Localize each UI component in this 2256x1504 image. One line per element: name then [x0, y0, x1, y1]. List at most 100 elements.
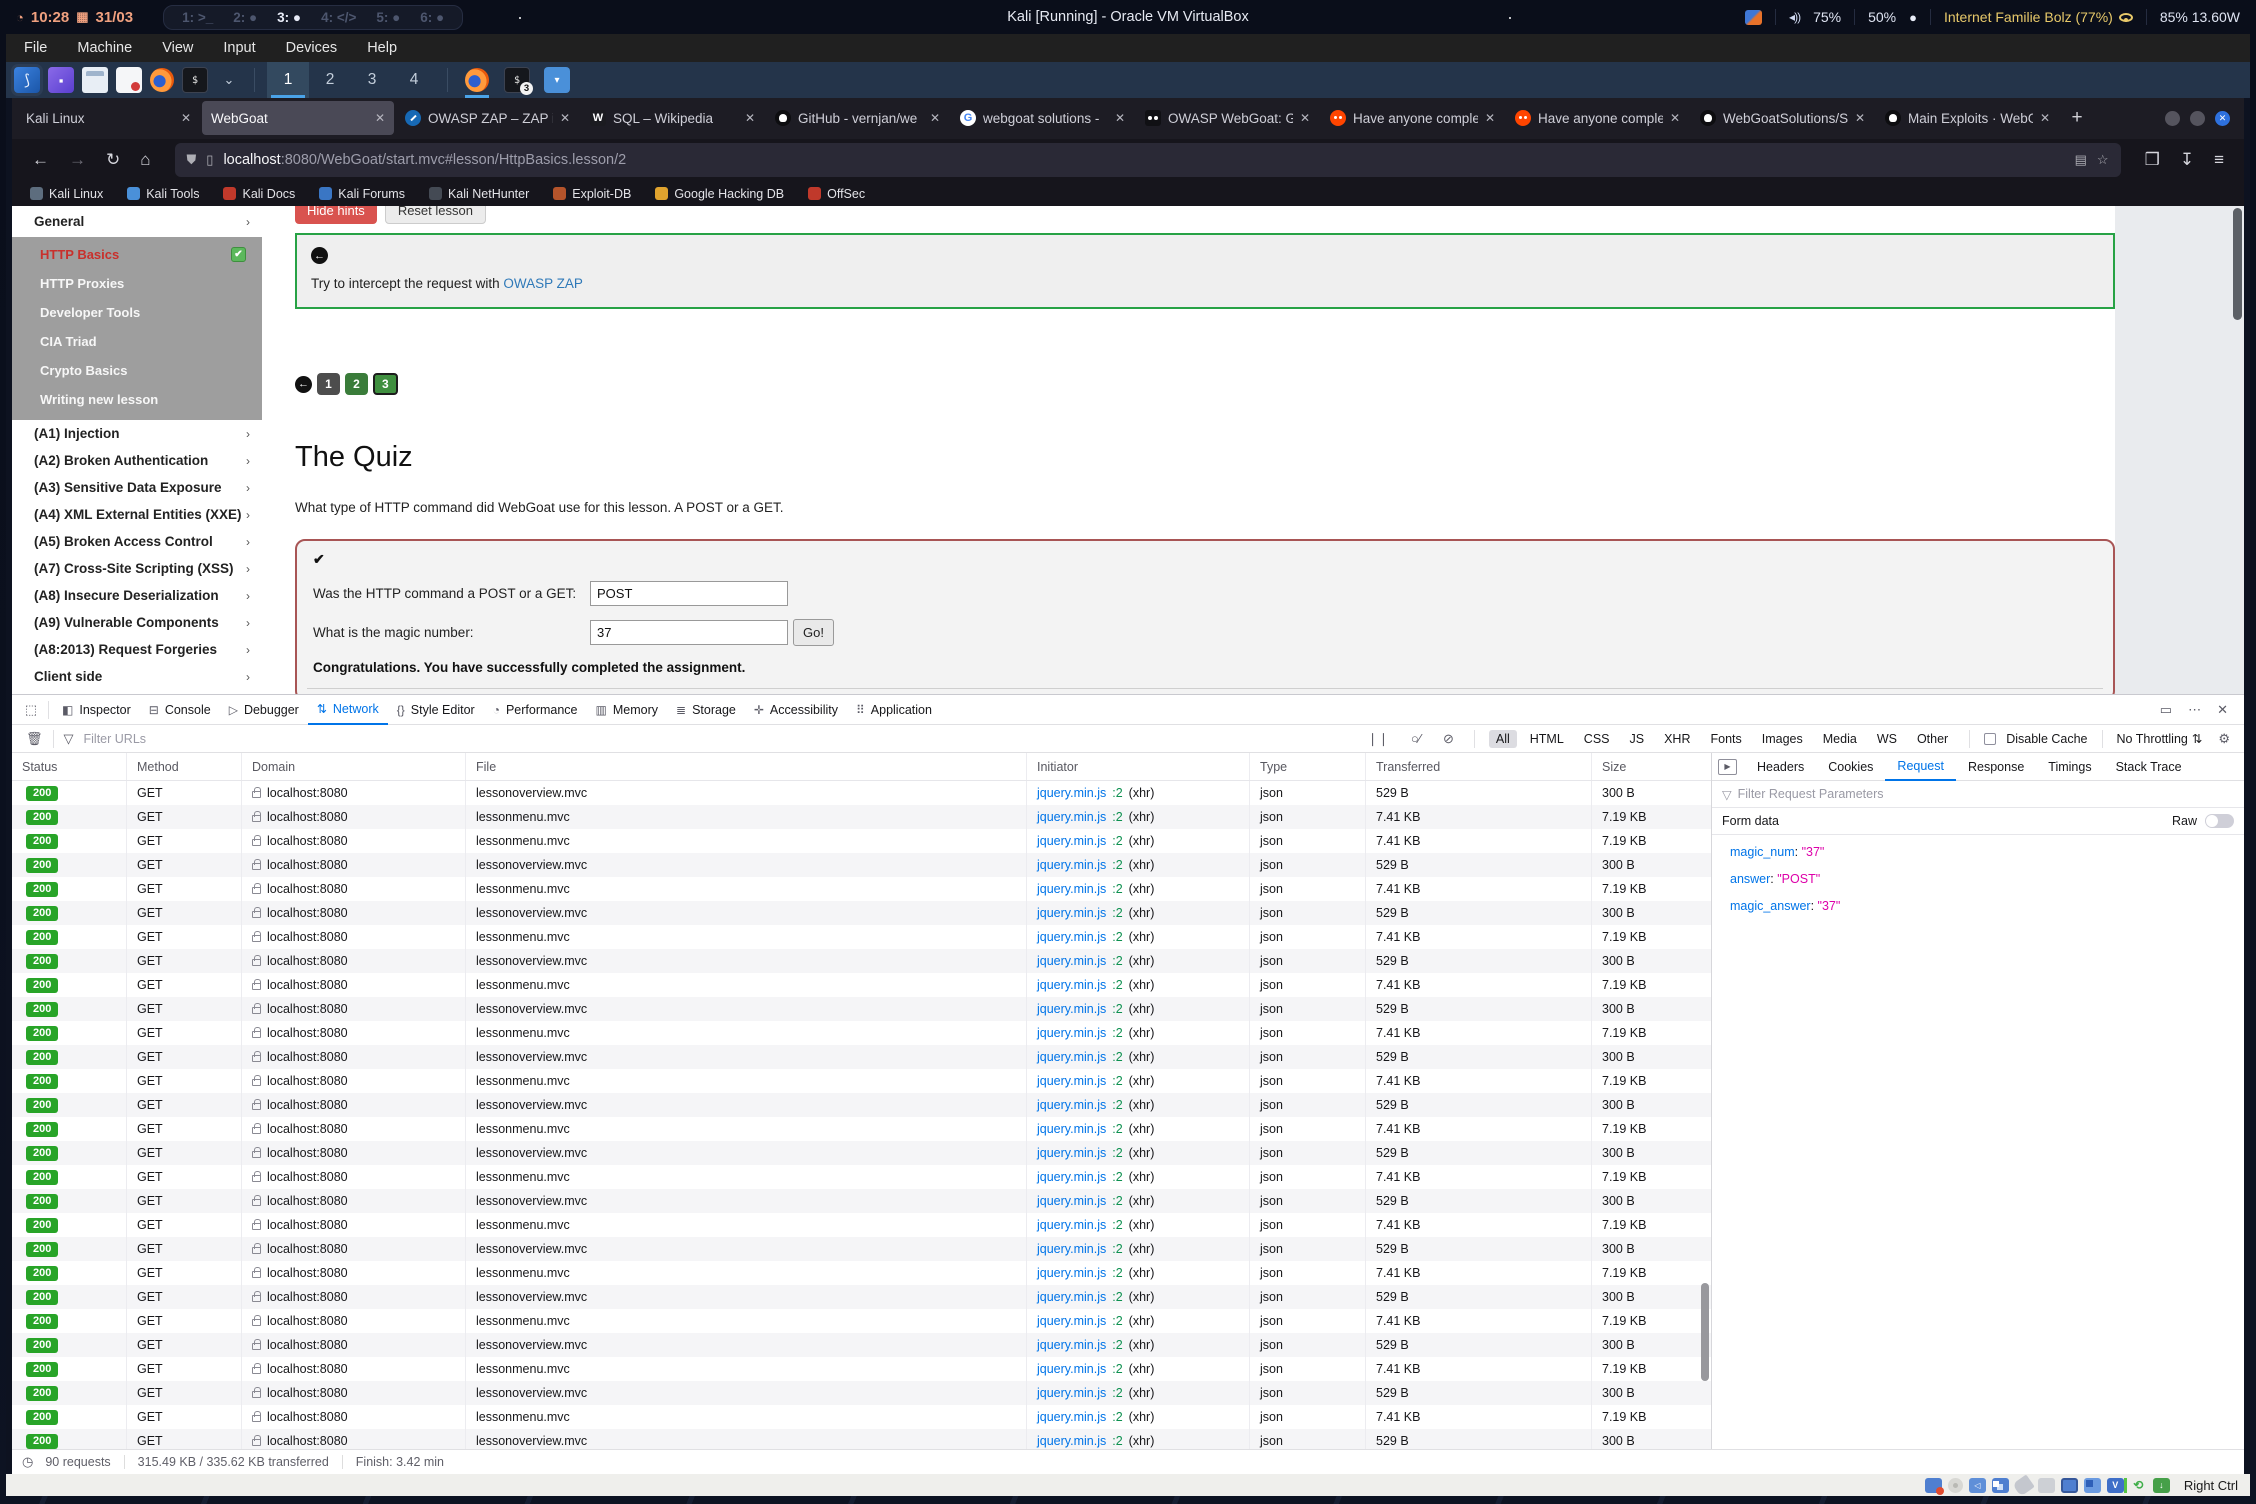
- initiator-link[interactable]: jquery.min.js: [1037, 1194, 1106, 1208]
- taskbar-workspace-4[interactable]: 4: [393, 62, 435, 98]
- browser-tab[interactable]: WebGoat✕: [202, 101, 394, 135]
- wifi-status[interactable]: Internet Familie Bolz (77%): [1944, 9, 2133, 25]
- devtools-tab-accessibility[interactable]: ✛Accessibility: [745, 695, 847, 725]
- network-settings-gear-icon[interactable]: ⚙: [2212, 731, 2236, 747]
- taskbar-app-firefox[interactable]: [460, 62, 494, 98]
- sidebar-section-general[interactable]: General ›: [12, 206, 262, 237]
- app-grid-icon[interactable]: [48, 67, 74, 93]
- network-request-row[interactable]: 200GETlocalhost:8080lessonoverview.mvcjq…: [12, 853, 1711, 877]
- network-request-row[interactable]: 200GETlocalhost:8080lessonoverview.mvcjq…: [12, 1237, 1711, 1261]
- detail-tab-request[interactable]: Request: [1885, 753, 1956, 781]
- type-filter-js[interactable]: JS: [1623, 730, 1652, 748]
- network-request-row[interactable]: 200GETlocalhost:8080lessonoverview.mvcjq…: [12, 1333, 1711, 1357]
- taskbar-workspace-1[interactable]: 1: [267, 62, 309, 98]
- display-icon[interactable]: [2061, 1478, 2078, 1493]
- bookmark-star-icon[interactable]: ☆: [2097, 152, 2109, 168]
- bookmark-item[interactable]: Kali Forums: [319, 187, 405, 201]
- host-workspace-switcher[interactable]: 1: >_2: ●3: ●4: </>5: ●6: ●: [163, 5, 463, 30]
- network-request-row[interactable]: 200GETlocalhost:8080lessonmenu.mvcjquery…: [12, 1309, 1711, 1333]
- detail-tab-headers[interactable]: Headers: [1745, 753, 1816, 781]
- filter-urls-input[interactable]: Filter URLs: [84, 732, 147, 746]
- type-filter-ws[interactable]: WS: [1870, 730, 1904, 748]
- devtools-close-icon[interactable]: ✕: [2217, 702, 2228, 718]
- network-request-row[interactable]: 200GETlocalhost:8080lessonoverview.mvcjq…: [12, 901, 1711, 925]
- network-request-row[interactable]: 200GETlocalhost:8080lessonoverview.mvcjq…: [12, 949, 1711, 973]
- reset-lesson-button[interactable]: Reset lesson: [385, 206, 486, 224]
- workspace-indicator[interactable]: 3: ●: [277, 10, 301, 25]
- sidebar-item-http-proxies[interactable]: HTTP Proxies: [12, 269, 262, 298]
- column-header-initiator[interactable]: Initiator: [1027, 753, 1250, 780]
- initiator-link[interactable]: jquery.min.js: [1037, 906, 1106, 920]
- network-request-row[interactable]: 200GETlocalhost:8080lessonmenu.mvcjquery…: [12, 1405, 1711, 1429]
- initiator-link[interactable]: jquery.min.js: [1037, 1314, 1106, 1328]
- browser-tab[interactable]: WebGoatSolutions/S✕: [1691, 101, 1874, 135]
- browser-tab[interactable]: Gwebgoat solutions -✕: [951, 101, 1134, 135]
- browser-tab[interactable]: GitHub - vernjan/we✕: [766, 101, 949, 135]
- column-header-method[interactable]: Method: [127, 753, 242, 780]
- pagination-prev-button[interactable]: ←: [295, 376, 312, 393]
- type-filter-css[interactable]: CSS: [1577, 730, 1617, 748]
- virtualbox-icon[interactable]: [2107, 1478, 2124, 1493]
- initiator-link[interactable]: jquery.min.js: [1037, 1218, 1106, 1232]
- detail-filter[interactable]: ▽ Filter Request Parameters: [1712, 781, 2244, 808]
- initiator-link[interactable]: jquery.min.js: [1037, 1290, 1106, 1304]
- responsive-design-icon[interactable]: ▭: [2160, 702, 2172, 718]
- form-data-param[interactable]: magic_answer: "37": [1730, 899, 2244, 913]
- devtools-tab-memory[interactable]: ▥Memory: [587, 695, 668, 725]
- extensions-icon[interactable]: ❒: [2135, 150, 2170, 170]
- tab-close-icon[interactable]: ✕: [1485, 111, 1495, 125]
- tab-close-icon[interactable]: ✕: [1300, 111, 1310, 125]
- browser-tab[interactable]: Kali Linux✕: [17, 101, 200, 135]
- tab-close-icon[interactable]: ✕: [375, 111, 385, 125]
- initiator-link[interactable]: jquery.min.js: [1037, 1074, 1106, 1088]
- tab-close-icon[interactable]: ✕: [930, 111, 940, 125]
- devtools-tab-performance[interactable]: ◔Performance: [484, 695, 587, 725]
- workspace-indicator[interactable]: 4: </>: [321, 10, 356, 25]
- initiator-link[interactable]: jquery.min.js: [1037, 1050, 1106, 1064]
- shared-folder-icon[interactable]: [2038, 1478, 2055, 1493]
- sidebar-item-developer-tools[interactable]: Developer Tools: [12, 298, 262, 327]
- sync-icon[interactable]: ⟲: [2130, 1478, 2147, 1493]
- hint-prev-icon[interactable]: ←: [311, 247, 328, 264]
- initiator-link[interactable]: jquery.min.js: [1037, 1098, 1106, 1112]
- clear-requests-icon[interactable]: 🗑: [20, 731, 49, 747]
- devtools-tab-console[interactable]: ⊟Console: [140, 695, 220, 725]
- menubar-item-devices[interactable]: Devices: [286, 40, 338, 56]
- initiator-link[interactable]: jquery.min.js: [1037, 1410, 1106, 1424]
- network-table-scrollbar[interactable]: [1701, 1283, 1709, 1381]
- network-request-row[interactable]: 200GETlocalhost:8080lessonoverview.mvcjq…: [12, 1141, 1711, 1165]
- initiator-link[interactable]: jquery.min.js: [1037, 1338, 1106, 1352]
- type-filter-images[interactable]: Images: [1755, 730, 1810, 748]
- initiator-link[interactable]: jquery.min.js: [1037, 1026, 1106, 1040]
- menubar-item-file[interactable]: File: [24, 40, 47, 56]
- network-request-row[interactable]: 200GETlocalhost:8080lessonmenu.mvcjquery…: [12, 1069, 1711, 1093]
- network-request-row[interactable]: 200GETlocalhost:8080lessonoverview.mvcjq…: [12, 1045, 1711, 1069]
- maximize-button[interactable]: [2190, 111, 2205, 126]
- devtools-tab-storage[interactable]: ≣Storage: [667, 695, 745, 725]
- raw-toggle[interactable]: [2205, 814, 2234, 828]
- sidebar-item-cia-triad[interactable]: CIA Triad: [12, 327, 262, 356]
- taskbar-workspace-2[interactable]: 2: [309, 62, 351, 98]
- chevron-down-icon[interactable]: ⌄: [216, 67, 242, 93]
- devtools-tab-inspector[interactable]: ◧Inspector: [53, 695, 140, 725]
- browser-tab[interactable]: Have anyone comple✕: [1321, 101, 1504, 135]
- network-request-row[interactable]: 200GETlocalhost:8080lessonmenu.mvcjquery…: [12, 1357, 1711, 1381]
- tab-close-icon[interactable]: ✕: [181, 111, 191, 125]
- network-request-row[interactable]: 200GETlocalhost:8080lessonmenu.mvcjquery…: [12, 1117, 1711, 1141]
- bookmark-item[interactable]: Exploit-DB: [553, 187, 631, 201]
- menubar-item-help[interactable]: Help: [367, 40, 397, 56]
- owasp-zap-link[interactable]: OWASP ZAP: [503, 276, 583, 291]
- taskbar-app-terminal[interactable]: $3: [500, 62, 534, 98]
- initiator-link[interactable]: jquery.min.js: [1037, 1434, 1106, 1448]
- workspace-indicator[interactable]: 6: ●: [420, 10, 444, 25]
- bookmark-item[interactable]: Google Hacking DB: [655, 187, 784, 201]
- auto-resize-icon[interactable]: [2153, 1478, 2170, 1493]
- initiator-link[interactable]: jquery.min.js: [1037, 1362, 1106, 1376]
- page-button-3[interactable]: 3: [373, 373, 398, 395]
- initiator-link[interactable]: jquery.min.js: [1037, 930, 1106, 944]
- sidebar-category[interactable]: (A3) Sensitive Data Exposure›: [12, 474, 262, 501]
- minimize-button[interactable]: [2165, 111, 2180, 126]
- initiator-link[interactable]: jquery.min.js: [1037, 1242, 1106, 1256]
- sidebar-item-http-basics[interactable]: HTTP Basics✔: [12, 240, 262, 269]
- bookmark-item[interactable]: OffSec: [808, 187, 865, 201]
